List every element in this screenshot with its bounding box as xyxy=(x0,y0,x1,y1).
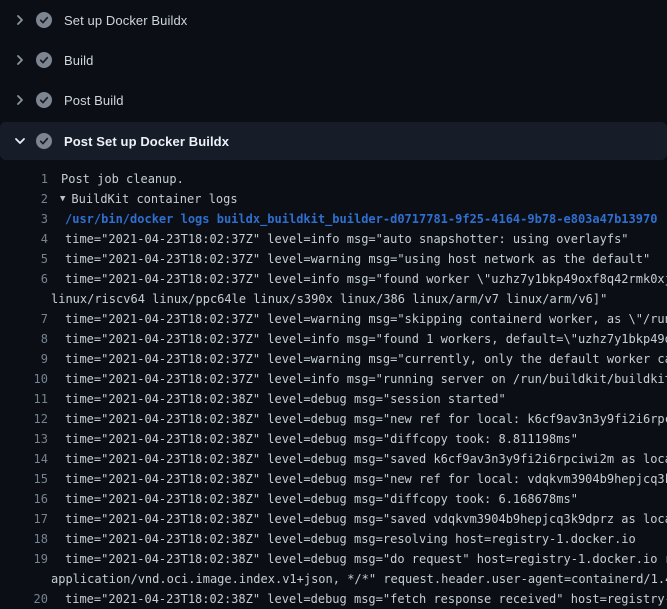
check-circle-icon xyxy=(36,52,52,68)
log-line: 3 /usr/bin/docker logs buildx_buildkit_b… xyxy=(0,209,667,229)
line-number[interactable]: 14 xyxy=(0,449,48,469)
log-line: 9 time="2021-04-23T18:02:37Z" level=warn… xyxy=(0,349,667,369)
line-number[interactable]: 15 xyxy=(0,469,48,489)
log-line: 2 ▼ BuildKit container logs xyxy=(0,189,667,209)
line-number[interactable]: 5 xyxy=(0,249,48,269)
log-line: 16 time="2021-04-23T18:02:38Z" level=deb… xyxy=(0,489,667,509)
log-line: 18 time="2021-04-23T18:02:38Z" level=deb… xyxy=(0,529,667,549)
line-number[interactable]: 16 xyxy=(0,489,48,509)
step-row-post-set-up-docker-buildx[interactable]: Post Set up Docker Buildx xyxy=(0,122,667,160)
log-line: 20 time="2021-04-23T18:02:38Z" level=deb… xyxy=(0,589,667,609)
chevron-right-icon xyxy=(12,12,28,28)
log-line: 4 time="2021-04-23T18:02:37Z" level=info… xyxy=(0,229,667,249)
log-line: 15 time="2021-04-23T18:02:38Z" level=deb… xyxy=(0,469,667,489)
log-text: time="2021-04-23T18:02:38Z" level=debug … xyxy=(48,409,667,429)
log-body: 1 Post job cleanup. 2 ▼ BuildKit containe… xyxy=(0,160,667,609)
log-text: time="2021-04-23T18:02:38Z" level=debug … xyxy=(48,469,667,489)
log-text: time="2021-04-23T18:02:38Z" level=debug … xyxy=(48,589,667,609)
log-line: application/vnd.oci.image.index.v1+json,… xyxy=(0,569,667,589)
step-row-set-up-docker-buildx[interactable]: Set up Docker Buildx xyxy=(0,0,667,40)
line-number[interactable]: 10 xyxy=(0,369,48,389)
line-number xyxy=(0,289,48,309)
line-number[interactable]: 3 xyxy=(0,209,48,229)
log-text: linux/riscv64 linux/ppc64le linux/s390x … xyxy=(48,289,607,309)
log-text: time="2021-04-23T18:02:37Z" level=warnin… xyxy=(48,249,650,269)
log-line: 17 time="2021-04-23T18:02:38Z" level=deb… xyxy=(0,509,667,529)
line-number[interactable]: 1 xyxy=(0,169,48,189)
log-line: 6 time="2021-04-23T18:02:37Z" level=info… xyxy=(0,269,667,289)
log-text: time="2021-04-23T18:02:38Z" level=debug … xyxy=(48,429,578,449)
step-label: Post Build xyxy=(64,93,124,108)
log-line: 12 time="2021-04-23T18:02:38Z" level=deb… xyxy=(0,409,667,429)
line-number[interactable]: 18 xyxy=(0,529,48,549)
log-line: 13 time="2021-04-23T18:02:38Z" level=deb… xyxy=(0,429,667,449)
line-number[interactable]: 11 xyxy=(0,389,48,409)
line-number[interactable]: 17 xyxy=(0,509,48,529)
line-number[interactable]: 6 xyxy=(0,269,48,289)
log-text: application/vnd.oci.image.index.v1+json,… xyxy=(48,569,667,589)
triangle-down-icon[interactable]: ▼ xyxy=(60,189,65,209)
log-group-toggle[interactable]: ▼ BuildKit container logs xyxy=(48,189,238,209)
log-line: 19 time="2021-04-23T18:02:38Z" level=deb… xyxy=(0,549,667,569)
log-text: time="2021-04-23T18:02:37Z" level=warnin… xyxy=(48,349,667,369)
step-row-post-build[interactable]: Post Build xyxy=(0,80,667,120)
line-number xyxy=(0,569,48,589)
log-text: time="2021-04-23T18:02:38Z" level=debug … xyxy=(48,489,578,509)
log-text: time="2021-04-23T18:02:38Z" level=debug … xyxy=(48,529,636,549)
log-text: time="2021-04-23T18:02:38Z" level=debug … xyxy=(48,449,667,469)
log-text: time="2021-04-23T18:02:38Z" level=debug … xyxy=(48,509,667,529)
log-text: time="2021-04-23T18:02:37Z" level=info m… xyxy=(48,269,667,289)
line-number[interactable]: 13 xyxy=(0,429,48,449)
line-number[interactable]: 4 xyxy=(0,229,48,249)
line-number[interactable]: 19 xyxy=(0,549,48,569)
step-label: Post Set up Docker Buildx xyxy=(64,134,229,149)
line-number[interactable]: 20 xyxy=(0,589,48,609)
log-line: 8 time="2021-04-23T18:02:37Z" level=info… xyxy=(0,329,667,349)
log-command-text: /usr/bin/docker logs buildx_buildkit_bui… xyxy=(48,209,657,229)
log-line: 11 time="2021-04-23T18:02:38Z" level=deb… xyxy=(0,389,667,409)
steps-list: Set up Docker Buildx Build P xyxy=(0,0,667,160)
log-text: time="2021-04-23T18:02:38Z" level=debug … xyxy=(48,389,506,409)
step-label: Set up Docker Buildx xyxy=(64,13,187,28)
check-circle-icon xyxy=(36,12,52,28)
check-circle-icon xyxy=(36,133,52,149)
check-circle-icon xyxy=(36,92,52,108)
chevron-down-icon xyxy=(12,133,28,149)
log-text: time="2021-04-23T18:02:37Z" level=warnin… xyxy=(48,309,667,329)
log-text: time="2021-04-23T18:02:37Z" level=info m… xyxy=(48,369,667,389)
log-text: time="2021-04-23T18:02:37Z" level=info m… xyxy=(48,229,629,249)
line-number[interactable]: 9 xyxy=(0,349,48,369)
log-line: 1 Post job cleanup. xyxy=(0,169,667,189)
log-text: Post job cleanup. xyxy=(48,169,184,189)
log-line: 14 time="2021-04-23T18:02:38Z" level=deb… xyxy=(0,449,667,469)
chevron-right-icon xyxy=(12,52,28,68)
line-number[interactable]: 8 xyxy=(0,329,48,349)
chevron-right-icon xyxy=(12,92,28,108)
log-text: time="2021-04-23T18:02:38Z" level=debug … xyxy=(48,549,667,569)
step-row-build[interactable]: Build xyxy=(0,40,667,80)
log-line: 5 time="2021-04-23T18:02:37Z" level=warn… xyxy=(0,249,667,269)
line-number[interactable]: 2 xyxy=(0,189,48,209)
log-line: 10 time="2021-04-23T18:02:37Z" level=inf… xyxy=(0,369,667,389)
line-number[interactable]: 12 xyxy=(0,409,48,429)
log-text: time="2021-04-23T18:02:37Z" level=info m… xyxy=(48,329,667,349)
step-label: Build xyxy=(64,53,93,68)
log-line: linux/riscv64 linux/ppc64le linux/s390x … xyxy=(0,289,667,309)
line-number[interactable]: 7 xyxy=(0,309,48,329)
log-group-label: BuildKit container logs xyxy=(71,189,237,209)
log-line: 7 time="2021-04-23T18:02:37Z" level=warn… xyxy=(0,309,667,329)
